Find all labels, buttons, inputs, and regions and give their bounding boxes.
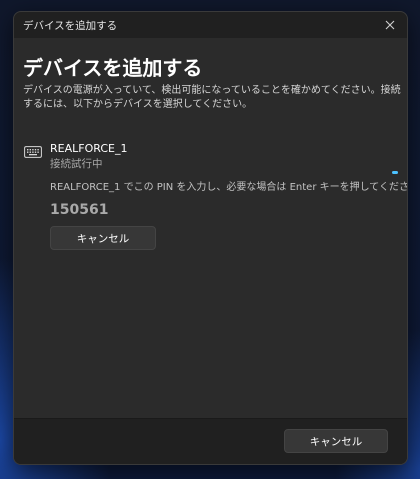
add-device-dialog: デバイスを追加する デバイスを追加する デバイスの電源が入っていて、検出可能にな… bbox=[13, 11, 408, 465]
pin-instruction: REALFORCE_1 でこの PIN を入力し、必要な場合は Enter キー… bbox=[50, 182, 408, 193]
close-button[interactable] bbox=[379, 15, 401, 35]
dialog-content: デバイスを追加する デバイスの電源が入っていて、検出可能になっていることを確かめ… bbox=[14, 38, 407, 418]
close-icon bbox=[385, 20, 395, 30]
page-title: デバイスを追加する bbox=[23, 56, 203, 80]
device-cancel-button[interactable]: キャンセル bbox=[50, 226, 156, 250]
dialog-footer: キャンセル bbox=[14, 418, 407, 464]
device-status: 接続試行中 bbox=[50, 158, 103, 170]
window-title: デバイスを追加する bbox=[23, 20, 118, 32]
device-name: REALFORCE_1 bbox=[50, 142, 128, 155]
title-bar: デバイスを追加する bbox=[14, 12, 407, 38]
instruction-text: デバイスの電源が入っていて、検出可能になっていることを確かめてください。接続する… bbox=[23, 85, 401, 110]
footer-cancel-button[interactable]: キャンセル bbox=[284, 429, 388, 453]
keyboard-icon bbox=[24, 146, 42, 158]
progress-indicator bbox=[392, 171, 398, 174]
pin-code: 150561 bbox=[50, 202, 109, 218]
